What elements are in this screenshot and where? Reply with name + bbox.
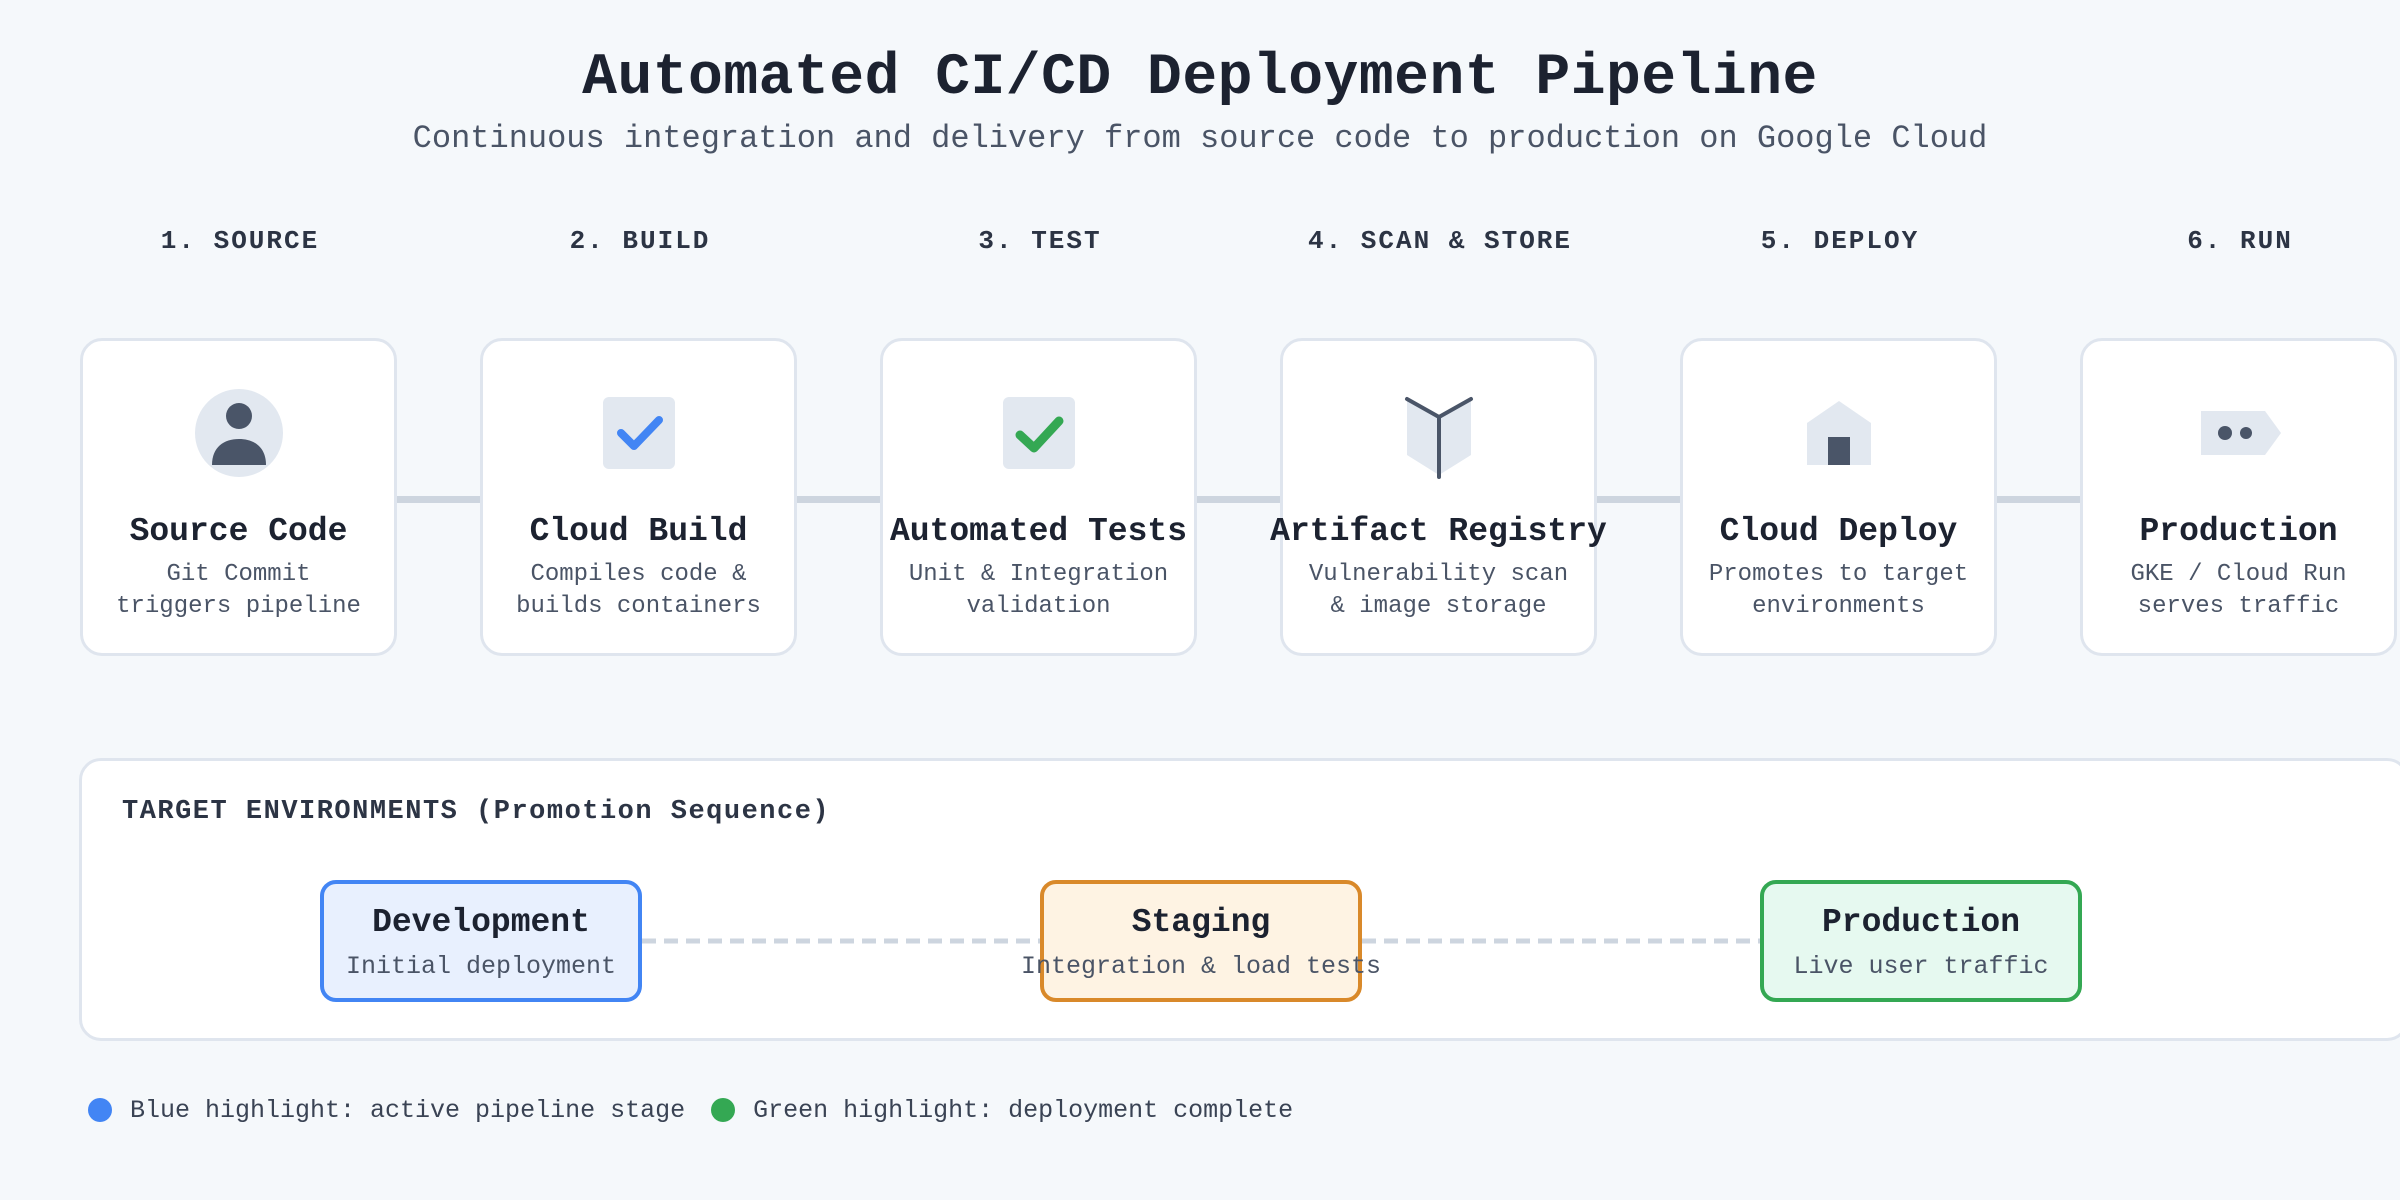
env-box-production[interactable]: Production Live user traffic xyxy=(1760,880,2082,1002)
env-name: Production xyxy=(1821,904,2021,941)
pipeline-connector xyxy=(1197,496,1283,503)
stage-name: Automated Tests xyxy=(889,513,1188,550)
env-name: Staging xyxy=(1131,904,1271,941)
stage-label-test: 3. TEST xyxy=(978,226,1102,256)
stage-label-run: 6. RUN xyxy=(2187,226,2293,256)
env-panel-heading: TARGET ENVIRONMENTS (Promotion Sequence) xyxy=(122,797,831,827)
page-title: Automated CI/CD Deployment Pipeline xyxy=(582,46,1818,111)
stage-name: Source Code xyxy=(129,513,348,550)
stage-description: Compiles code & builds containers xyxy=(516,561,761,620)
check-icon xyxy=(991,385,1087,481)
pipeline-connector xyxy=(797,496,883,503)
stage-description: Unit & Integration validation xyxy=(908,561,1169,620)
env-description: Initial deployment xyxy=(345,952,617,981)
stage-card-test[interactable]: Automated Tests Unit & Integration valida… xyxy=(880,338,1197,656)
stage-label-source: 1. SOURCE xyxy=(160,226,320,256)
legend-item-text: Blue highlight: active pipeline stage xyxy=(130,1095,686,1125)
legend: Blue highlight: active pipeline stage Gr… xyxy=(88,1095,1319,1125)
stage-description: GKE / Cloud Run serves traffic xyxy=(2130,561,2347,620)
env-description: Live user traffic xyxy=(1793,952,2049,981)
env-description: Integration & load tests xyxy=(1020,952,1382,981)
legend-item-text: Green highlight: deployment complete xyxy=(753,1095,1294,1125)
env-box-development[interactable]: Development Initial deployment xyxy=(320,880,642,1002)
tag-icon xyxy=(2191,385,2287,481)
checkbox-icon xyxy=(591,385,687,481)
stage-description: Git Commit triggers pipeline xyxy=(116,561,361,620)
stage-name: Cloud Build xyxy=(529,513,748,550)
legend-green-dot-icon xyxy=(711,1098,736,1122)
stage-label-scan: 4. SCAN & STORE xyxy=(1307,226,1573,256)
stage-label-build: 2. BUILD xyxy=(569,226,711,256)
stage-card-deploy[interactable]: Cloud Deploy Promotes to target environme… xyxy=(1680,338,1997,656)
stage-description: Vulnerability scan & image storage xyxy=(1308,561,1569,620)
page-subtitle: Continuous integration and delivery from… xyxy=(412,120,1988,157)
stage-description: Promotes to target environments xyxy=(1708,561,1969,620)
pipeline-connector xyxy=(397,496,483,503)
stage-card-run[interactable]: Production GKE / Cloud Run serves traffic xyxy=(2080,338,2397,656)
target-environments-panel: TARGET ENVIRONMENTS (Promotion Sequence)… xyxy=(79,758,2400,1041)
pipeline-connector xyxy=(1997,496,2083,503)
env-name: Development xyxy=(372,904,590,941)
package-icon xyxy=(1391,385,1487,481)
stage-name: Cloud Deploy xyxy=(1719,513,1958,550)
user-icon xyxy=(191,385,287,481)
env-box-staging[interactable]: Staging Integration & load tests xyxy=(1021,880,1381,1002)
house-icon xyxy=(1791,385,1887,481)
stage-name: Artifact Registry xyxy=(1270,513,1607,550)
stage-label-deploy: 5. DEPLOY xyxy=(1760,226,1920,256)
stage-card-source[interactable]: Source Code Git Commit triggers pipeline xyxy=(80,338,397,656)
stage-name: Production xyxy=(2139,513,2338,550)
stage-card-scan[interactable]: Artifact Registry Vulnerability scan & im… xyxy=(1270,338,1607,656)
pipeline-connector xyxy=(1597,496,1683,503)
stage-card-build[interactable]: Cloud Build Compiles code & builds contai… xyxy=(480,338,797,656)
legend-blue-dot-icon xyxy=(88,1098,112,1122)
